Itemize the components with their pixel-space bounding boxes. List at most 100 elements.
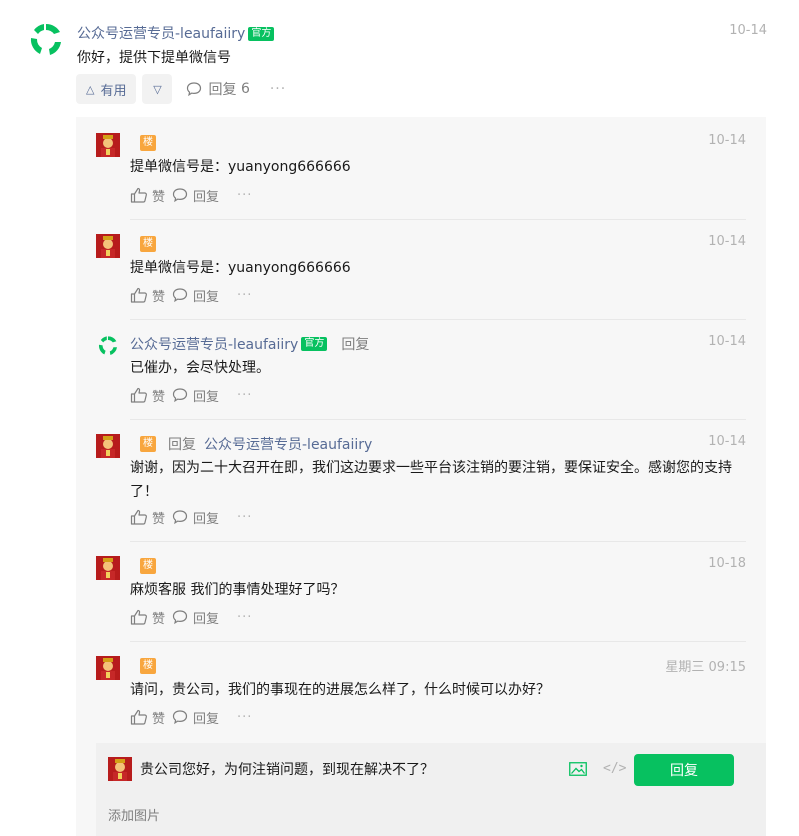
reply-item: 楼 10-14 提单微信号是：yuanyong666666 赞 回复 ··· <box>96 234 746 324</box>
reply-header: 楼 <box>130 556 156 576</box>
user-avatar[interactable] <box>96 434 120 458</box>
thumbs-up-icon <box>130 609 147 625</box>
like-label: 赞 <box>152 511 166 527</box>
reply-to-word: 回复 <box>168 437 196 453</box>
user-avatar[interactable] <box>96 234 120 258</box>
reply-header: 楼 <box>130 234 156 254</box>
like-button[interactable]: 赞 <box>130 386 165 405</box>
reply-actions: 赞 回复 ··· <box>130 707 252 727</box>
image-icon[interactable] <box>569 762 587 776</box>
divider <box>130 319 746 320</box>
like-button[interactable]: 赞 <box>130 286 165 305</box>
post-reply-button[interactable]: 回复 6 <box>186 79 250 99</box>
code-icon[interactable]: </> <box>603 761 626 776</box>
post-more-button[interactable]: ··· <box>270 81 286 97</box>
like-label: 赞 <box>152 189 166 205</box>
reply-date: 10-14 <box>708 133 746 148</box>
post-actions: △ 有用 ▽ 回复 6 ··· <box>76 74 286 104</box>
reply-header: 公众号运营专员-leaufaiiry 官方 回复 <box>130 334 369 354</box>
reply-text: 提单微信号是：yuanyong666666 <box>130 159 351 175</box>
reply-label: 回复 <box>193 511 220 527</box>
comment-bubble-icon <box>172 510 188 525</box>
reply-label: 回复 <box>193 611 220 627</box>
reply-button[interactable]: 回复 <box>171 286 219 305</box>
reply-actions: 赞 回复 ··· <box>130 607 252 627</box>
reply-button[interactable]: 回复 <box>171 708 219 727</box>
reply-label: 回复 <box>193 289 220 305</box>
more-button[interactable]: ··· <box>237 510 252 525</box>
reply-target-author[interactable]: 公众号运营专员-leaufaiiry <box>204 434 372 454</box>
thumbs-up-icon <box>130 387 147 403</box>
user-avatar[interactable] <box>96 556 120 580</box>
reply-actions: 赞 回复 ··· <box>130 285 252 305</box>
reply-author[interactable]: 公众号运营专员-leaufaiiry <box>130 334 298 354</box>
current-user-avatar <box>108 757 132 781</box>
thumbs-up-icon <box>130 509 147 525</box>
more-button[interactable]: ··· <box>237 388 252 403</box>
like-button[interactable]: 赞 <box>130 186 165 205</box>
like-button[interactable]: 赞 <box>130 608 165 627</box>
reply-date: 10-14 <box>708 434 746 449</box>
reply-text: 请问，贵公司，我们的事现在的进展怎么样了，什么时候可以办好？ <box>130 682 550 698</box>
reply-text: 谢谢，因为二十大召开在即，我们这边要求一些平台该注销的要注销，要保证安全。感谢您… <box>130 460 732 500</box>
reply-item: 楼 10-14 提单微信号是：yuanyong666666 赞 回复 ··· <box>96 133 746 223</box>
floor-badge: 楼 <box>140 658 156 674</box>
useful-button[interactable]: △ 有用 <box>76 74 137 104</box>
wechat-logo-avatar[interactable] <box>96 334 120 358</box>
post-reply-count: 6 <box>240 81 250 97</box>
like-label: 赞 <box>152 289 166 305</box>
comment-bubble-icon <box>172 388 188 403</box>
reply-compose-box: 贵公司您好，为何注销问题，到现在解决不了？ </> 回复 添加图片 <box>96 743 766 836</box>
post-author-name[interactable]: 公众号运营专员-leaufaiiry <box>77 26 245 42</box>
wechat-logo-avatar <box>26 20 66 60</box>
reply-input[interactable]: 贵公司您好，为何注销问题，到现在解决不了？ <box>140 759 434 779</box>
reply-label: 回复 <box>193 389 220 405</box>
user-avatar[interactable] <box>96 656 120 680</box>
add-image-link[interactable]: 添加图片 <box>108 805 160 824</box>
post-text: 你好，提供下提单微信号 <box>77 50 231 66</box>
reply-button[interactable]: 回复 <box>171 508 219 527</box>
reply-item: 楼 10-18 麻烦客服 我们的事情处理好了吗？ 赞 回复 ··· <box>96 556 746 646</box>
reply-actions: 赞 回复 ··· <box>130 385 252 405</box>
reply-item: 楼 星期三 09:15 请问，贵公司，我们的事现在的进展怎么样了，什么时候可以办… <box>96 656 746 746</box>
reply-header: 楼 <box>130 656 156 676</box>
reply-label: 回复 <box>193 189 220 205</box>
post-date: 10-14 <box>729 23 767 38</box>
like-button[interactable]: 赞 <box>130 508 165 527</box>
more-button[interactable]: ··· <box>237 710 252 725</box>
user-avatar[interactable] <box>96 133 120 157</box>
like-label: 赞 <box>152 611 166 627</box>
comment-bubble-icon <box>172 188 188 203</box>
reply-actions: 赞 回复 ··· <box>130 507 252 527</box>
like-button[interactable]: 赞 <box>130 708 165 727</box>
floor-badge: 楼 <box>140 436 156 452</box>
floor-badge: 楼 <box>140 135 156 151</box>
reply-text: 麻烦客服 我们的事情处理好了吗？ <box>130 582 345 598</box>
reply-header: 楼 <box>130 133 156 153</box>
reply-date: 10-14 <box>708 234 746 249</box>
reply-item: 楼 回复 公众号运营专员-leaufaiiry 10-14 谢谢，因为二十大召开… <box>96 434 746 544</box>
divider <box>130 541 746 542</box>
reply-label: 回复 <box>193 711 220 727</box>
not-useful-button[interactable]: ▽ <box>142 74 173 104</box>
replies-panel: 楼 10-14 提单微信号是：yuanyong666666 赞 回复 ··· 楼 <box>76 117 766 836</box>
floor-badge: 楼 <box>140 558 156 574</box>
like-label: 赞 <box>152 711 166 727</box>
more-button[interactable]: ··· <box>237 188 252 203</box>
post-author[interactable]: 公众号运营专员-leaufaiiry 官方 <box>77 23 275 43</box>
more-button[interactable]: ··· <box>237 610 252 625</box>
comment-bubble-icon <box>172 610 188 625</box>
reply-button[interactable]: 回复 <box>171 608 219 627</box>
triangle-up-icon: △ <box>86 82 95 96</box>
divider <box>130 419 746 420</box>
divider <box>130 641 746 642</box>
thumbs-up-icon <box>130 709 147 725</box>
comment-bubble-icon <box>187 82 202 97</box>
reply-button[interactable]: 回复 <box>171 386 219 405</box>
useful-label: 有用 <box>100 83 127 99</box>
like-label: 赞 <box>152 389 166 405</box>
reply-button[interactable]: 回复 <box>171 186 219 205</box>
more-button[interactable]: ··· <box>237 288 252 303</box>
submit-reply-button[interactable]: 回复 <box>634 754 734 786</box>
reply-link[interactable]: 回复 <box>341 334 369 354</box>
